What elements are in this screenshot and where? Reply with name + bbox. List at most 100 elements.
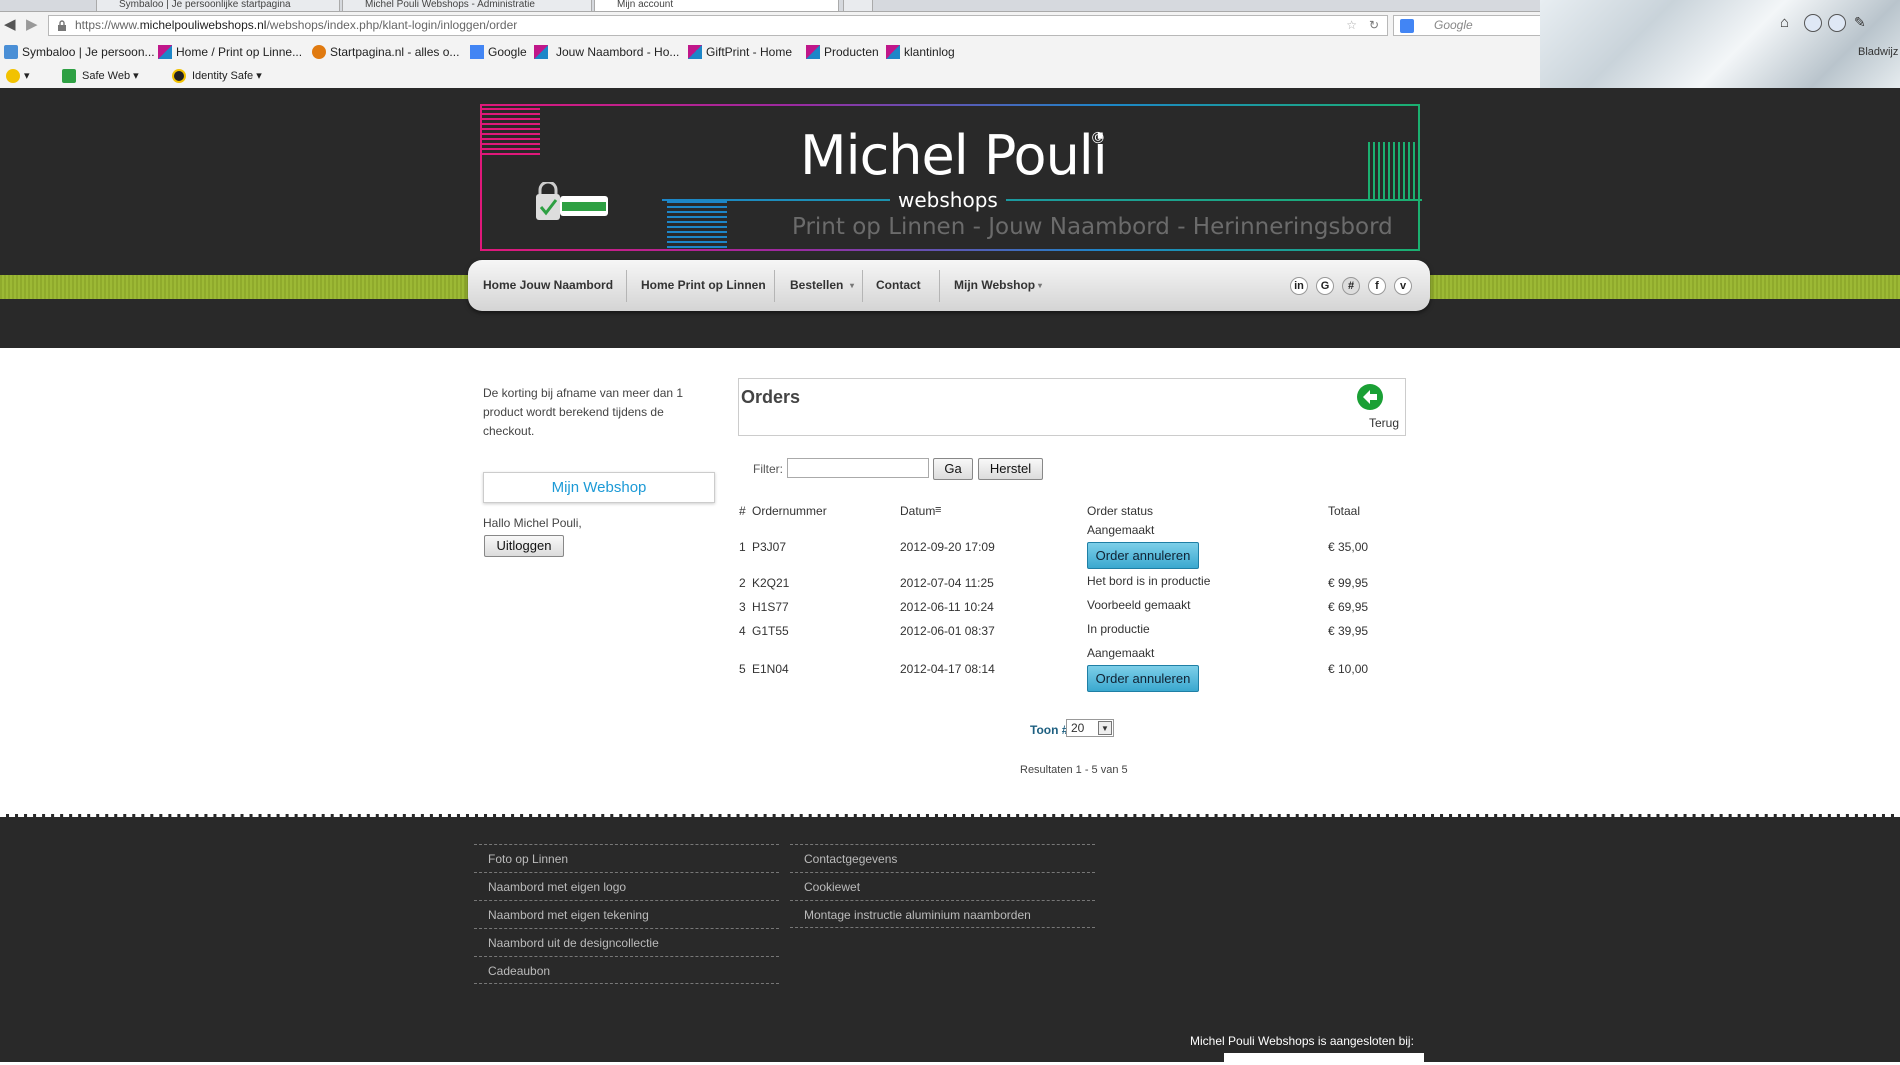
bookmark-item[interactable]: Startpagina.nl - alles o... — [312, 44, 459, 60]
nav-divider — [862, 270, 863, 302]
check-icon — [6, 69, 20, 83]
url-path: /webshops/index.php/klant-login/inloggen… — [266, 18, 518, 32]
order-total: € 69,95 — [1328, 600, 1369, 614]
tab-symbaloo[interactable]: Symbaloo | Je persoonlijke startpagina — [96, 0, 340, 12]
show-count-select[interactable]: 20 ▼ — [1066, 719, 1114, 737]
logout-button[interactable]: Uitloggen — [484, 535, 564, 557]
forward-arrow-icon[interactable]: ▶ — [26, 16, 38, 34]
bookmark-item[interactable]: Jouw Naambord - Ho... — [534, 44, 679, 60]
bookmark-label: klantinlog — [904, 45, 955, 59]
bookmark-item[interactable]: Home / Print op Linne... — [158, 44, 302, 60]
bookmark-item[interactable]: Symbaloo | Je persoon... — [4, 44, 155, 60]
safe-web-button[interactable]: Safe Web ▾ — [62, 68, 139, 84]
bookmarks-menu[interactable]: Bladwijz — [1858, 46, 1898, 58]
back-arrow-icon[interactable] — [1357, 384, 1383, 410]
bookmark-label: Startpagina.nl - alles o... — [330, 45, 460, 59]
greeting: Hallo Michel Pouli, — [483, 516, 582, 530]
bookmark-item[interactable]: Producten — [806, 44, 879, 60]
identity-safe-button[interactable]: Identity Safe ▾ — [172, 68, 262, 84]
nav-home-jouw-naambord[interactable]: Home Jouw Naambord — [483, 260, 613, 311]
back-link[interactable]: Terug — [1369, 416, 1399, 430]
order-status: Aangemaakt — [1087, 646, 1155, 660]
cancel-order-button[interactable]: Order annuleren — [1087, 665, 1199, 692]
footer-link[interactable]: Naambord met eigen logo — [474, 872, 779, 900]
bookmark-label: Jouw Naambord - Ho... — [556, 45, 680, 59]
norton-check-icon[interactable]: ▾ — [6, 68, 30, 84]
filter-reset-button[interactable]: Herstel — [978, 458, 1043, 480]
order-date: 2012-06-01 08:37 — [900, 624, 995, 638]
bookmark-item[interactable]: klantinlog — [886, 44, 955, 60]
order-number: G1T55 — [752, 624, 789, 638]
site-header: Michel Pouli © webshops Print op Linnen … — [0, 88, 1900, 348]
page-icon — [806, 45, 820, 59]
chevron-down-icon: ▾ — [1038, 281, 1043, 290]
footer-link[interactable]: Contactgegevens — [790, 844, 1095, 872]
blue-stripes — [667, 201, 727, 248]
identity-safe-label: Identity Safe — [192, 70, 254, 82]
lock-icon — [58, 20, 66, 31]
filter-label: Filter: — [753, 462, 783, 476]
column-header-ordernummer[interactable]: Ordernummer — [752, 504, 827, 518]
star-icon[interactable]: ☆ — [1346, 16, 1357, 35]
tagline: Print op Linnen - Jouw Naambord - Herinn… — [792, 214, 1393, 240]
footer-links-info: Contactgegevens Cookiewet Montage instru… — [790, 844, 1095, 928]
row-number: 4 — [739, 624, 746, 638]
startpagina-icon — [312, 45, 326, 59]
footer-link[interactable]: Naambord met eigen tekening — [474, 900, 779, 928]
filter-go-button[interactable]: Ga — [933, 458, 973, 480]
cancel-order-button[interactable]: Order annuleren — [1087, 542, 1199, 569]
order-total: € 39,95 — [1328, 624, 1369, 638]
twitter-icon[interactable]: v — [1394, 277, 1412, 295]
order-number: E1N04 — [752, 662, 789, 676]
nav-home-print-op-linnen[interactable]: Home Print op Linnen — [641, 260, 766, 311]
order-status: Aangemaakt — [1087, 523, 1155, 537]
back-arrow-icon[interactable]: ◀ — [4, 16, 16, 34]
sort-icon[interactable]: ≡ — [935, 504, 941, 516]
order-total: € 35,00 — [1328, 540, 1369, 554]
row-number: 1 — [739, 540, 746, 554]
page-title: Orders — [741, 387, 801, 407]
footer-link[interactable]: Montage instructie aluminium naamborden — [790, 900, 1095, 928]
footer-link[interactable]: Naambord uit de designcollectie — [474, 928, 779, 956]
reload-icon[interactable]: ↻ — [1369, 16, 1379, 35]
safe-web-label: Safe Web — [82, 70, 131, 82]
main-content: De korting bij afname van meer dan 1 pro… — [0, 348, 1900, 814]
linkedin-icon[interactable]: in — [1290, 277, 1308, 295]
footer-link[interactable]: Cookiewet — [790, 872, 1095, 900]
grid-icon[interactable] — [1828, 14, 1846, 32]
comodo-secured-badge — [536, 182, 608, 220]
show-count-value: 20 — [1071, 721, 1085, 735]
order-status: In productie — [1087, 622, 1150, 636]
row-number: 5 — [739, 662, 746, 676]
bookmark-item[interactable]: GiftPrint - Home — [688, 44, 792, 60]
symbaloo-icon[interactable] — [1804, 14, 1822, 32]
url-prefix: https://www. — [75, 18, 140, 32]
column-header-status: Order status — [1087, 504, 1154, 518]
filter-input[interactable] — [787, 458, 929, 478]
page-icon — [688, 45, 702, 59]
mijn-webshop-box[interactable]: Mijn Webshop — [483, 472, 715, 503]
nav-bestellen[interactable]: Bestellen — [790, 260, 843, 311]
column-header-datum[interactable]: Datum — [900, 504, 935, 518]
address-bar[interactable]: https://www.michelpouliwebshops.nl/websh… — [48, 15, 1388, 36]
bookmark-item[interactable]: Google — [470, 44, 527, 60]
symbaloo-icon[interactable]: # — [1342, 277, 1360, 295]
new-tab-button[interactable] — [843, 0, 873, 12]
order-status: Voorbeeld gemaakt — [1087, 598, 1191, 612]
bookmark-label: Google — [488, 45, 527, 59]
footer-link[interactable]: Foto op Linnen — [474, 844, 779, 872]
home-icon[interactable]: ⌂ — [1780, 14, 1798, 32]
nav-mijn-webshop[interactable]: Mijn Webshop — [954, 260, 1035, 311]
tab-admin[interactable]: Michel Pouli Webshops - Administratie — [342, 0, 592, 12]
tab-mijn-account[interactable]: Mijn account — [594, 0, 839, 12]
google-icon — [1400, 19, 1414, 33]
arrow-left-icon — [1363, 390, 1377, 404]
nav-contact[interactable]: Contact — [876, 260, 921, 311]
row-number: 3 — [739, 600, 746, 614]
google-plus-icon[interactable]: G — [1316, 277, 1334, 295]
pencil-icon[interactable]: ✎ — [1854, 14, 1872, 32]
discount-note: De korting bij afname van meer dan 1 pro… — [483, 386, 684, 438]
brand-name: Michel Pouli — [800, 124, 1108, 187]
facebook-icon[interactable]: f — [1368, 277, 1386, 295]
footer-link[interactable]: Cadeaubon — [474, 956, 779, 984]
